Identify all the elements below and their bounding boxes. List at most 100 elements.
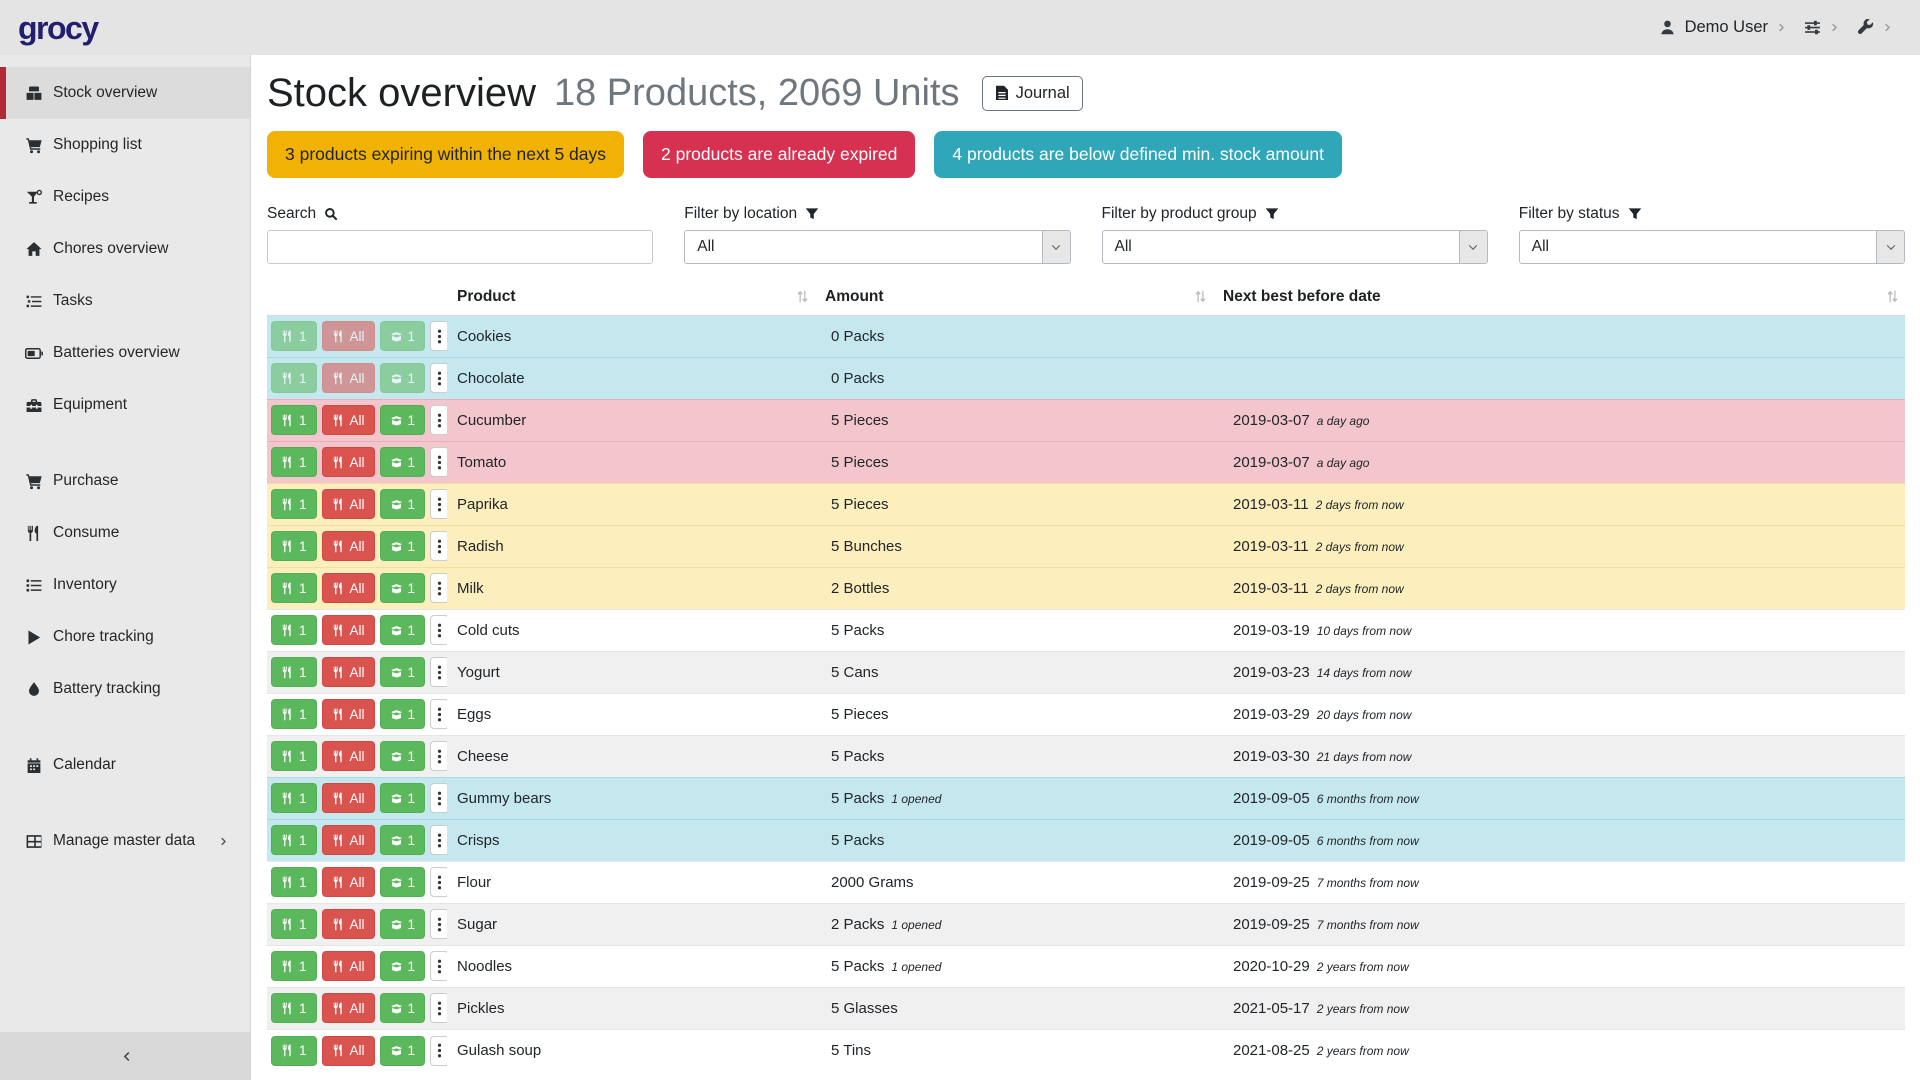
product-column-header[interactable]: Product <box>447 280 815 316</box>
sidebar-item-chores-overview[interactable]: Chores overview <box>0 223 250 275</box>
consume-all-button[interactable]: All <box>322 363 375 393</box>
consume-all-button[interactable]: All <box>322 489 375 519</box>
search-input[interactable] <box>267 230 653 264</box>
row-more-button[interactable] <box>430 699 447 729</box>
consume-one-button[interactable]: 1 <box>271 657 317 687</box>
row-more-button[interactable] <box>430 657 447 687</box>
row-more-button[interactable] <box>430 615 447 645</box>
location-select[interactable]: All <box>684 230 1070 264</box>
amount-column-header[interactable]: Amount <box>815 280 1213 316</box>
consume-all-button[interactable]: All <box>322 447 375 477</box>
consume-all-button[interactable]: All <box>322 615 375 645</box>
consume-one-button[interactable]: 1 <box>271 321 317 351</box>
consume-all-button[interactable]: All <box>322 531 375 561</box>
row-more-button[interactable] <box>430 909 447 939</box>
sidebar-item-tasks[interactable]: Tasks <box>0 275 250 327</box>
open-one-button[interactable]: 1 <box>380 363 426 393</box>
settings-menu[interactable] <box>1804 19 1841 36</box>
consume-all-button[interactable]: All <box>322 825 375 855</box>
sidebar-item-equipment[interactable]: Equipment <box>0 379 250 431</box>
open-one-button[interactable]: 1 <box>380 447 426 477</box>
row-more-button[interactable] <box>430 363 447 393</box>
row-more-button[interactable] <box>430 321 447 351</box>
row-more-button[interactable] <box>430 405 447 435</box>
row-more-button[interactable] <box>430 573 447 603</box>
consume-one-button[interactable]: 1 <box>271 909 317 939</box>
consume-one-button[interactable]: 1 <box>271 825 317 855</box>
consume-all-button[interactable]: All <box>322 951 375 981</box>
sidebar-item-chore-tracking[interactable]: Chore tracking <box>0 611 250 663</box>
consume-all-button[interactable]: All <box>322 657 375 687</box>
sidebar-collapse-button[interactable] <box>0 1032 250 1080</box>
consume-one-button[interactable]: 1 <box>271 615 317 645</box>
open-one-button[interactable]: 1 <box>380 615 426 645</box>
sidebar-item-calendar[interactable]: Calendar <box>0 739 250 791</box>
row-more-button[interactable] <box>430 993 447 1023</box>
row-more-button[interactable] <box>430 531 447 561</box>
grocy-logo[interactable]: grocy <box>18 12 98 44</box>
consume-all-button[interactable]: All <box>322 321 375 351</box>
row-more-button[interactable] <box>430 741 447 771</box>
consume-all-button[interactable]: All <box>322 783 375 813</box>
user-menu[interactable]: Demo User <box>1659 18 1788 37</box>
open-one-button[interactable]: 1 <box>380 699 426 729</box>
product-group-select[interactable]: All <box>1102 230 1488 264</box>
consume-one-button[interactable]: 1 <box>271 699 317 729</box>
consume-one-button[interactable]: 1 <box>271 1036 317 1066</box>
row-more-button[interactable] <box>430 867 447 897</box>
consume-all-button[interactable]: All <box>322 909 375 939</box>
sidebar-item-stock-overview[interactable]: Stock overview <box>0 67 250 119</box>
sidebar-item-batteries-overview[interactable]: Batteries overview <box>0 327 250 379</box>
sidebar-item-purchase[interactable]: Purchase <box>0 455 250 507</box>
open-one-button[interactable]: 1 <box>380 489 426 519</box>
expired-alert[interactable]: 2 products are already expired <box>643 131 915 178</box>
consume-one-button[interactable]: 1 <box>271 447 317 477</box>
open-one-button[interactable]: 1 <box>380 783 426 813</box>
consume-all-button[interactable]: All <box>322 867 375 897</box>
consume-one-button[interactable]: 1 <box>271 531 317 561</box>
consume-one-button[interactable]: 1 <box>271 867 317 897</box>
consume-one-button[interactable]: 1 <box>271 405 317 435</box>
open-one-button[interactable]: 1 <box>380 321 426 351</box>
consume-all-button[interactable]: All <box>322 573 375 603</box>
open-one-button[interactable]: 1 <box>380 573 426 603</box>
row-more-button[interactable] <box>430 783 447 813</box>
row-more-button[interactable] <box>430 825 447 855</box>
open-one-button[interactable]: 1 <box>380 741 426 771</box>
open-one-button[interactable]: 1 <box>380 531 426 561</box>
consume-all-button[interactable]: All <box>322 1036 375 1066</box>
open-one-button[interactable]: 1 <box>380 909 426 939</box>
open-one-button[interactable]: 1 <box>380 867 426 897</box>
below-min-stock-alert[interactable]: 4 products are below defined min. stock … <box>934 131 1342 178</box>
open-one-button[interactable]: 1 <box>380 1036 426 1066</box>
row-more-button[interactable] <box>430 489 447 519</box>
consume-one-button[interactable]: 1 <box>271 363 317 393</box>
row-more-button[interactable] <box>430 447 447 477</box>
consume-all-button[interactable]: All <box>322 405 375 435</box>
consume-one-button[interactable]: 1 <box>271 573 317 603</box>
sidebar-item-inventory[interactable]: Inventory <box>0 559 250 611</box>
row-more-button[interactable] <box>430 951 447 981</box>
consume-one-button[interactable]: 1 <box>271 993 317 1023</box>
sidebar-item-shopping-list[interactable]: Shopping list <box>0 119 250 171</box>
consume-one-button[interactable]: 1 <box>271 783 317 813</box>
open-one-button[interactable]: 1 <box>380 993 426 1023</box>
consume-all-button[interactable]: All <box>322 699 375 729</box>
open-one-button[interactable]: 1 <box>380 825 426 855</box>
expiring-alert[interactable]: 3 products expiring within the next 5 da… <box>267 131 624 178</box>
sidebar-item-battery-tracking[interactable]: Battery tracking <box>0 663 250 715</box>
sidebar-item-consume[interactable]: Consume <box>0 507 250 559</box>
open-one-button[interactable]: 1 <box>380 951 426 981</box>
consume-one-button[interactable]: 1 <box>271 741 317 771</box>
admin-menu[interactable] <box>1857 19 1894 36</box>
consume-one-button[interactable]: 1 <box>271 489 317 519</box>
row-more-button[interactable] <box>430 1036 447 1066</box>
sidebar-item-manage-master-data[interactable]: Manage master data <box>0 815 250 867</box>
journal-button[interactable]: Journal <box>982 76 1083 111</box>
consume-all-button[interactable]: All <box>322 993 375 1023</box>
sidebar-item-recipes[interactable]: Recipes <box>0 171 250 223</box>
consume-one-button[interactable]: 1 <box>271 951 317 981</box>
open-one-button[interactable]: 1 <box>380 405 426 435</box>
open-one-button[interactable]: 1 <box>380 657 426 687</box>
consume-all-button[interactable]: All <box>322 741 375 771</box>
